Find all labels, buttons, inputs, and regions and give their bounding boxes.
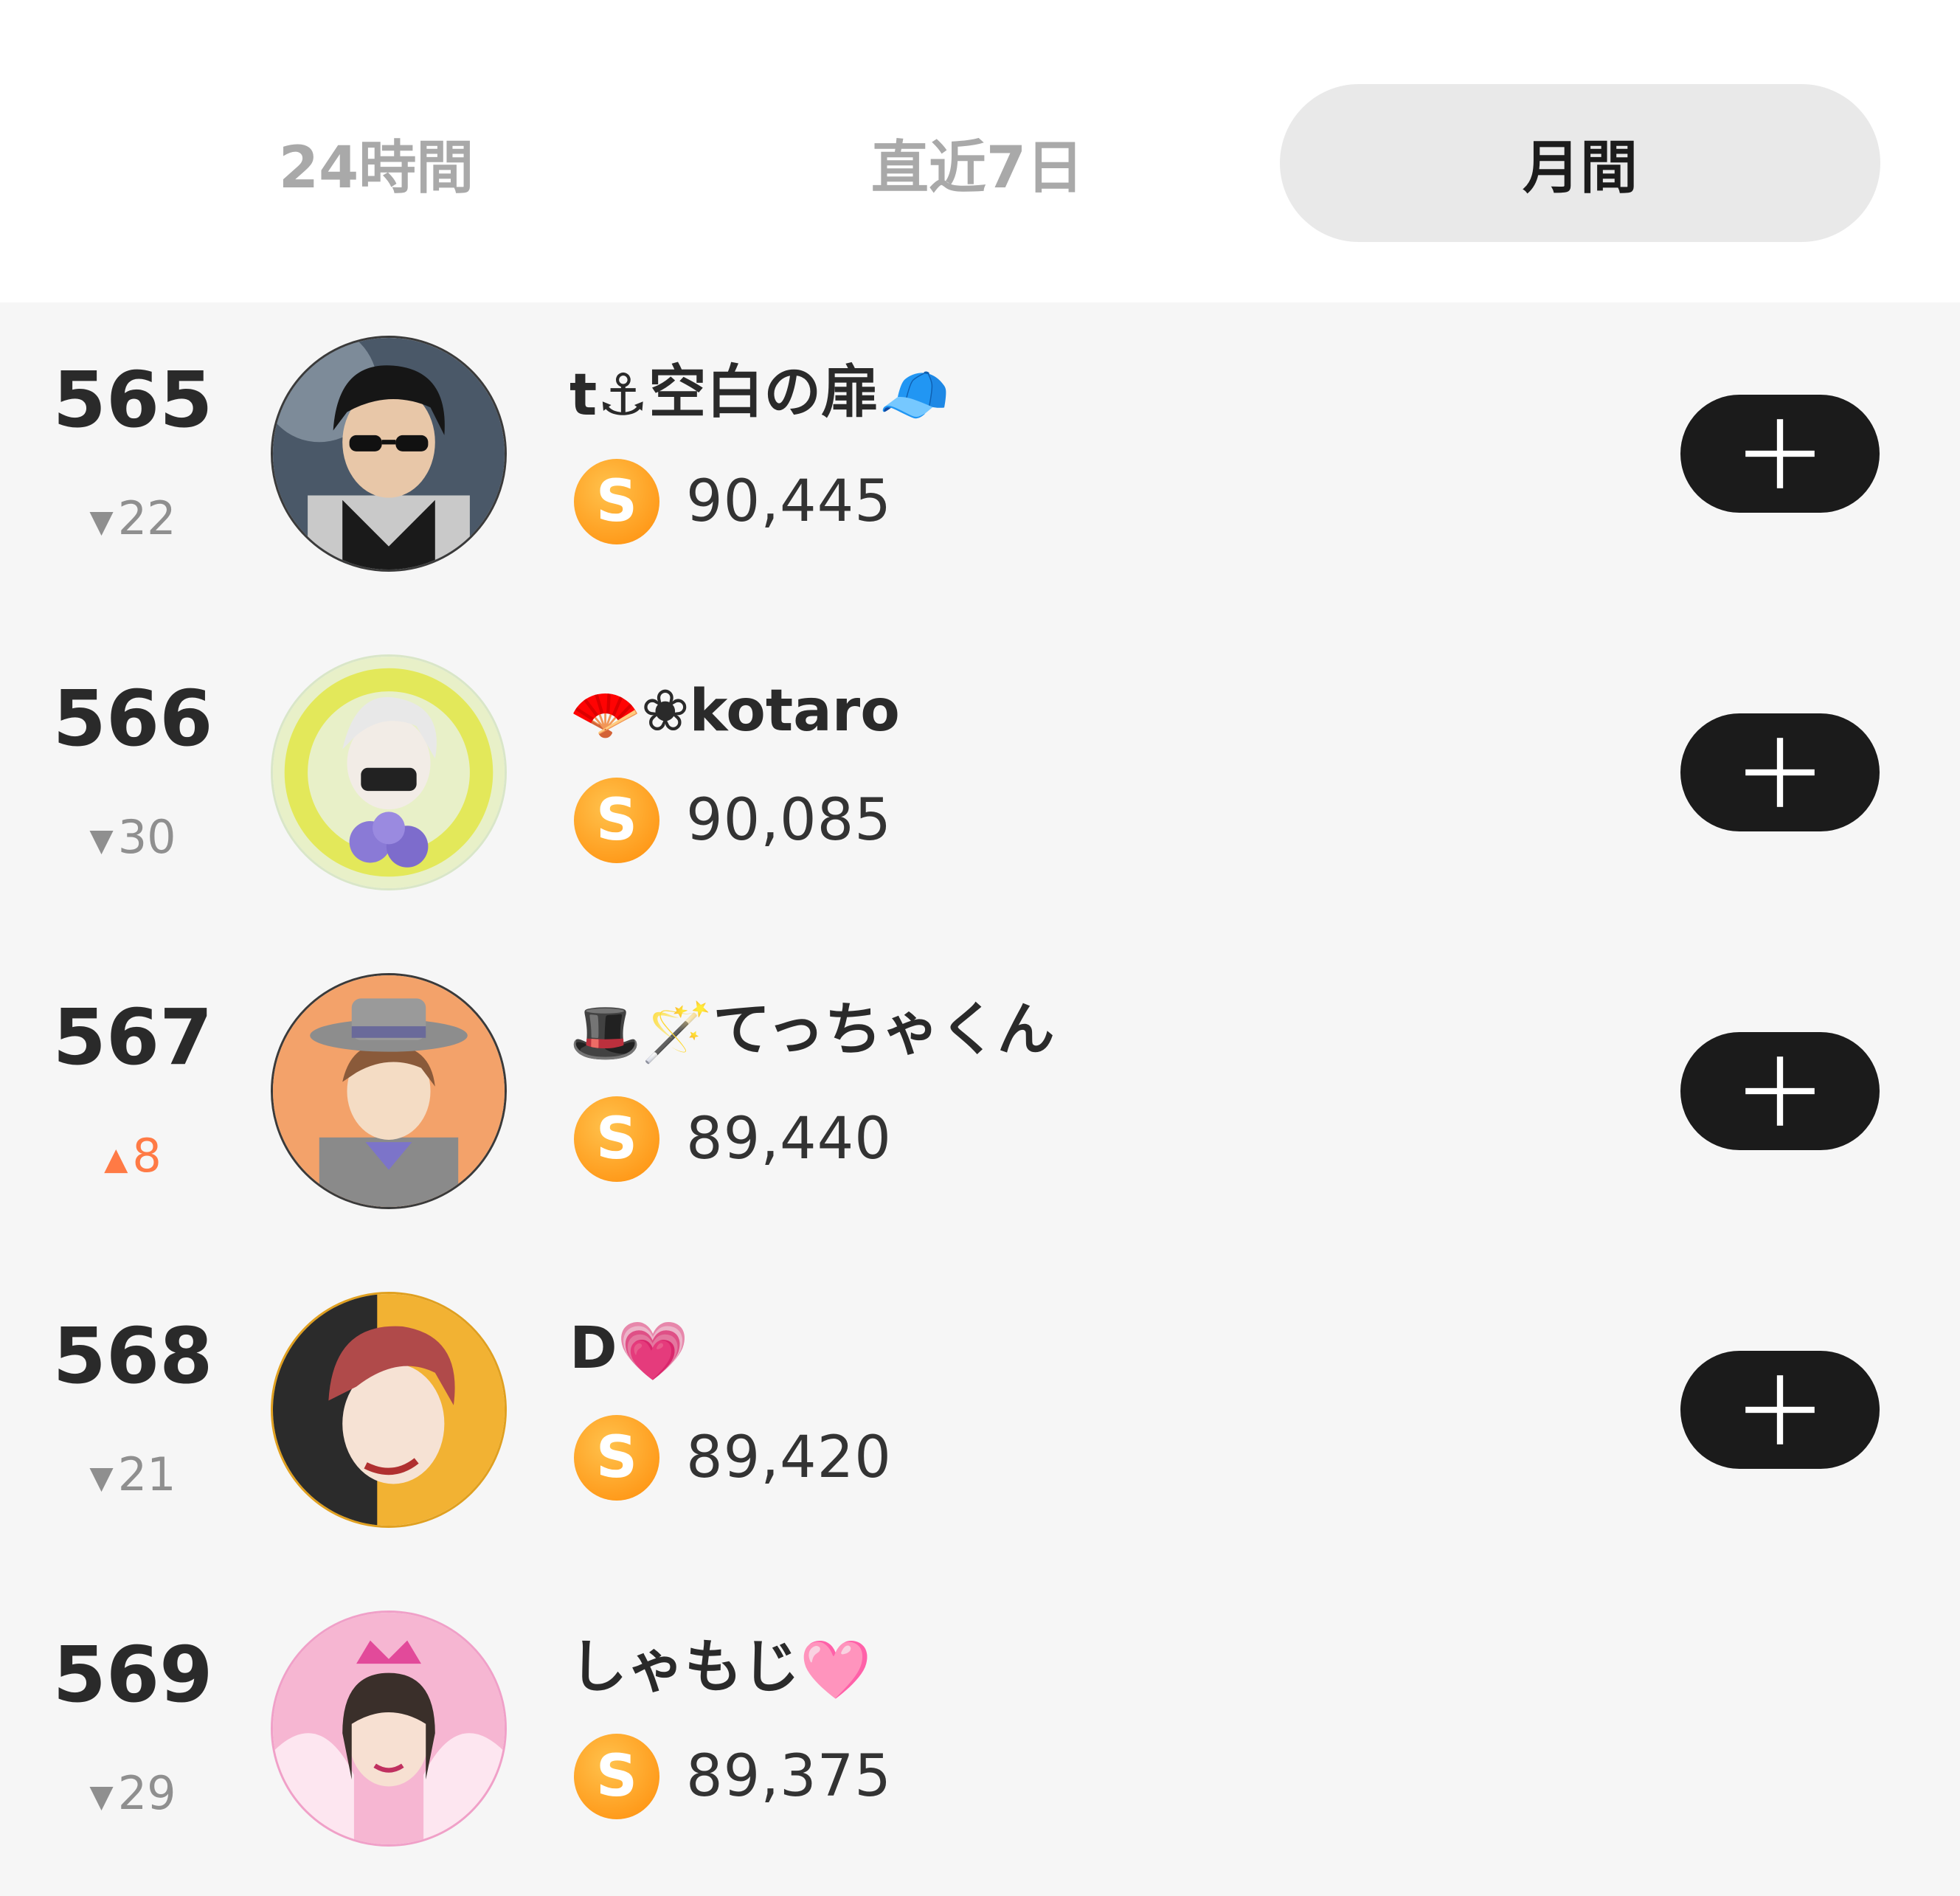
rank-number: 567 <box>52 992 213 1082</box>
coin-count: S 90,445 <box>574 459 892 544</box>
ranking-row[interactable]: 568 ▼21 D💗 S 89,420 <box>0 1259 1960 1577</box>
follow-button[interactable] <box>1680 713 1880 831</box>
coin-value: 90,085 <box>686 787 892 854</box>
triangle-up-icon: ▲ <box>104 1140 128 1177</box>
rank-change: ▼21 <box>44 1452 221 1498</box>
plus-icon <box>1745 1056 1815 1126</box>
avatar-image <box>273 657 505 888</box>
ranking-row[interactable]: 569 ▼29 しゃもじ🩷 S 89,375 <box>0 1577 1960 1896</box>
cap-emoji: 🧢 <box>879 361 951 429</box>
user-name-text: てっちゃくん <box>713 997 1055 1063</box>
plus-icon <box>1745 419 1815 488</box>
coin-count: S 89,440 <box>574 1096 892 1182</box>
plus-icon <box>1745 738 1815 807</box>
coin-count: S 89,420 <box>574 1415 892 1501</box>
fan-emoji: 🪭 <box>569 680 642 747</box>
ranking-list: 565 ▼22 t⚓空白の扉🧢 S 90,445 566 ▼30 🪭❀kotar… <box>0 302 1960 1875</box>
ranking-row[interactable]: 566 ▼30 🪭❀kotaro S 90,085 <box>0 621 1960 940</box>
coin-value: 89,375 <box>686 1743 892 1810</box>
user-name[interactable]: D💗 <box>569 1315 689 1385</box>
avatar-image <box>273 1294 505 1526</box>
tab-24h[interactable]: 24時間 <box>118 84 634 242</box>
triangle-down-icon: ▼ <box>89 1459 114 1495</box>
name-prefix: t⚓ <box>569 361 649 429</box>
ranking-row[interactable]: 567 ▲8 🎩🪄てっちゃくん S 89,440 <box>0 940 1960 1259</box>
follow-button[interactable] <box>1680 395 1880 513</box>
avatar-image <box>273 338 505 570</box>
tab-7days[interactable]: 直近7日 <box>719 84 1236 242</box>
follow-button[interactable] <box>1680 1351 1880 1469</box>
coin-count: S 89,375 <box>574 1734 892 1819</box>
avatar-image <box>273 975 505 1207</box>
rank-change: ▼29 <box>44 1771 221 1816</box>
coin-value: 90,445 <box>686 468 892 535</box>
triangle-down-icon: ▼ <box>89 502 114 539</box>
avatar[interactable] <box>271 1610 507 1847</box>
rank-number: 565 <box>52 355 213 445</box>
coin-s-icon: S <box>574 1734 659 1819</box>
coin-s-icon: S <box>574 459 659 544</box>
rank-change-value: 29 <box>117 1766 176 1820</box>
user-name-text: 空白の扉 <box>648 359 879 426</box>
avatar[interactable] <box>271 336 507 572</box>
avatar-image <box>273 1613 505 1844</box>
coin-count: S 90,085 <box>574 778 892 863</box>
triangle-down-icon: ▼ <box>89 1777 114 1814</box>
rank-change-value: 21 <box>117 1447 176 1501</box>
tab-monthly[interactable]: 月間 <box>1280 84 1880 242</box>
period-tabs: 24時間 直近7日 月間 <box>0 0 1960 302</box>
heart-emoji: 🩷 <box>800 1636 872 1703</box>
coin-value: 89,420 <box>686 1425 892 1491</box>
rank-change-value: 30 <box>117 810 176 864</box>
coin-s-icon: S <box>574 1415 659 1501</box>
rank-number: 566 <box>52 674 213 764</box>
user-name-text: D <box>569 1315 617 1382</box>
coin-value: 89,440 <box>686 1106 892 1172</box>
user-name[interactable]: 🎩🪄てっちゃくん <box>569 997 1055 1066</box>
avatar[interactable] <box>271 973 507 1209</box>
rank-number: 568 <box>52 1311 213 1401</box>
avatar[interactable] <box>271 654 507 890</box>
avatar[interactable] <box>271 1292 507 1528</box>
user-name[interactable]: 🪭❀kotaro <box>569 678 900 747</box>
ranking-row[interactable]: 565 ▼22 t⚓空白の扉🧢 S 90,445 <box>0 302 1960 621</box>
rank-change-value: 22 <box>117 491 176 545</box>
user-name-text: しゃもじ <box>569 1634 800 1700</box>
rank-change: ▼30 <box>44 814 221 860</box>
triangle-down-icon: ▼ <box>89 821 114 858</box>
coin-s-icon: S <box>574 1096 659 1182</box>
coin-s-icon: S <box>574 778 659 863</box>
rank-change: ▲8 <box>44 1133 221 1179</box>
user-name[interactable]: t⚓空白の扉🧢 <box>569 361 950 427</box>
rank-change-value: 8 <box>132 1129 162 1183</box>
user-name[interactable]: しゃもじ🩷 <box>569 1636 871 1702</box>
plus-icon <box>1745 1375 1815 1445</box>
heart-emoji: 💗 <box>617 1318 689 1385</box>
follow-button[interactable] <box>1680 1032 1880 1150</box>
tophat-wand-emoji: 🎩🪄 <box>569 999 713 1066</box>
rank-number: 569 <box>52 1630 213 1720</box>
rank-change: ▼22 <box>44 496 221 542</box>
user-name-text: ❀kotaro <box>641 678 900 744</box>
